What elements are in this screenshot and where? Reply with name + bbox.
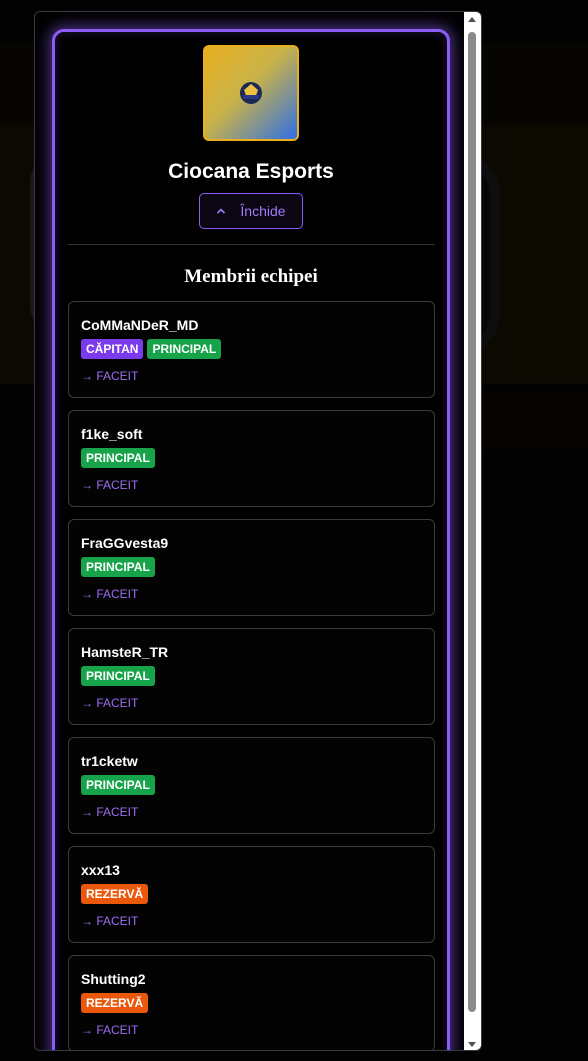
reserve-badge: REZERVĂ [81, 884, 149, 904]
member-card: FraGGvesta9 PRINCIPAL → FACEIT [68, 519, 435, 616]
scroll-down-arrow-icon[interactable] [468, 1042, 476, 1047]
member-card: HamsteR_TR PRINCIPAL → FACEIT [68, 628, 435, 725]
team-name: Ciocana Esports [168, 160, 334, 183]
member-card: tr1cketw PRINCIPAL → FACEIT [68, 737, 435, 834]
team-logo-icon [240, 82, 262, 104]
member-name: HamsteR_TR [81, 644, 169, 660]
scrollbar[interactable] [464, 12, 481, 1050]
principal-badge: PRINCIPAL [81, 557, 155, 577]
principal-badge: PRINCIPAL [81, 448, 155, 468]
faceit-link[interactable]: → FACEIT [81, 587, 138, 601]
team-modal: Ciocana Esports Închide Membrii echipei … [34, 11, 482, 1051]
member-card: f1ke_soft PRINCIPAL → FACEIT [68, 410, 435, 507]
faceit-link[interactable]: → FACEIT [81, 369, 138, 383]
member-badges: CĂPITAN PRINCIPAL [81, 339, 222, 359]
member-badges: PRINCIPAL [81, 666, 155, 686]
member-name: f1ke_soft [81, 426, 143, 442]
faceit-link[interactable]: → FACEIT [81, 1023, 138, 1037]
member-badges: REZERVĂ [81, 884, 149, 904]
reserve-badge: REZERVĂ [81, 993, 149, 1013]
close-button-label: Închide [240, 203, 286, 219]
member-name: CoMMaNDeR_MD [81, 317, 199, 333]
member-badges: PRINCIPAL [81, 775, 155, 795]
member-card: CoMMaNDeR_MD CĂPITAN PRINCIPAL → FACEIT [68, 301, 435, 398]
member-card: xxx13 REZERVĂ → FACEIT [68, 846, 435, 943]
member-name: FraGGvesta9 [81, 535, 169, 551]
member-name: Shutting2 [81, 971, 146, 987]
scrollbar-thumb[interactable] [468, 32, 476, 1012]
principal-badge: PRINCIPAL [81, 666, 155, 686]
principal-badge: PRINCIPAL [81, 775, 155, 795]
member-card: Shutting2 REZERVĂ → FACEIT [68, 955, 435, 1050]
member-badges: REZERVĂ [81, 993, 149, 1013]
divider [68, 244, 435, 245]
close-button[interactable]: Închide [199, 193, 303, 229]
modal-content: Ciocana Esports Închide Membrii echipei … [35, 12, 465, 1050]
team-logo [203, 45, 299, 141]
member-name: tr1cketw [81, 753, 138, 769]
faceit-link[interactable]: → FACEIT [81, 478, 138, 492]
captain-badge: CĂPITAN [81, 339, 144, 359]
faceit-link[interactable]: → FACEIT [81, 914, 138, 928]
principal-badge: PRINCIPAL [147, 339, 222, 359]
member-badges: PRINCIPAL [81, 557, 155, 577]
scroll-up-arrow-icon[interactable] [468, 17, 476, 22]
faceit-link[interactable]: → FACEIT [81, 805, 138, 819]
faceit-link[interactable]: → FACEIT [81, 696, 138, 710]
member-name: xxx13 [81, 862, 120, 878]
members-section-title: Membrii echipei [184, 266, 318, 287]
chevron-up-icon [217, 208, 226, 214]
member-badges: PRINCIPAL [81, 448, 155, 468]
